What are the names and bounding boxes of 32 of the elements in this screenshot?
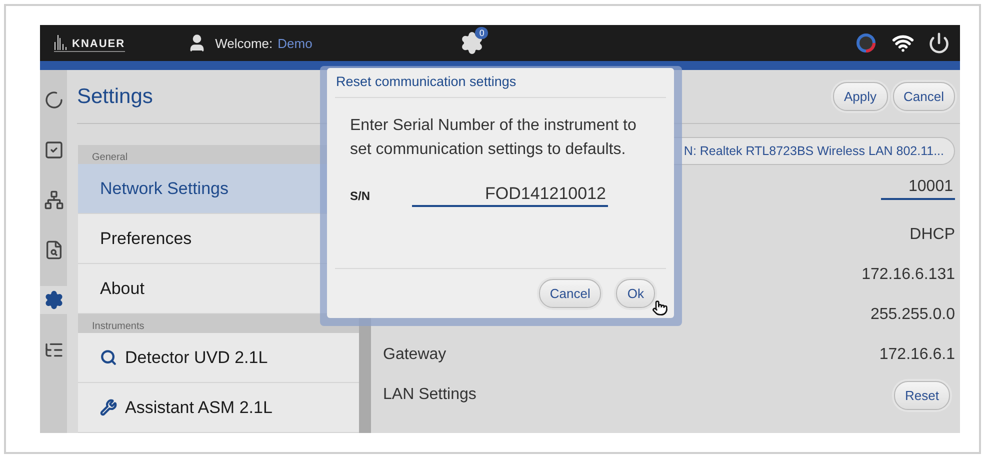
wrench-icon (100, 399, 117, 416)
row-value: 172.16.6.1 (879, 346, 955, 364)
sidebar-item[interactable]: Detector UVD 2.1L (78, 333, 359, 383)
cancel-button[interactable]: Cancel (892, 82, 955, 111)
row-label: LAN Settings (383, 386, 476, 404)
row-value: DHCP (910, 226, 955, 244)
wifi-icon[interactable] (892, 32, 914, 54)
user-name: Demo (278, 36, 312, 50)
apply-button[interactable]: Apply (833, 82, 888, 111)
row-value: 255.255.0.0 (870, 306, 955, 324)
page-title: Settings (77, 84, 154, 108)
logo: KNAUER (54, 34, 126, 52)
document-search-icon (44, 240, 64, 260)
hand-cursor-icon (652, 300, 668, 316)
status-ring-icon (856, 33, 876, 53)
search-icon (100, 349, 117, 366)
ok-button[interactable]: Ok (616, 279, 655, 308)
checkbox-icon (44, 140, 64, 160)
section-header: Instruments (78, 314, 359, 333)
sidebar-item[interactable]: Assistant ASM 2.1L (78, 383, 359, 433)
row-label: Gateway (383, 346, 446, 364)
serial-number-field[interactable]: FOD141210012 (412, 184, 608, 207)
row-value: 172.16.6.131 (862, 266, 955, 284)
notification-badge: 0 (475, 27, 488, 39)
power-icon[interactable] (928, 32, 950, 54)
reset-button[interactable]: Reset (894, 380, 950, 410)
network-icon (44, 190, 64, 210)
welcome-label: Welcome: (215, 36, 273, 50)
peaks-icon (54, 34, 68, 50)
cancel-button[interactable]: Cancel (538, 279, 602, 308)
dialog-title: Reset communication settings (335, 68, 666, 98)
port-field[interactable]: 10001 (881, 178, 955, 200)
